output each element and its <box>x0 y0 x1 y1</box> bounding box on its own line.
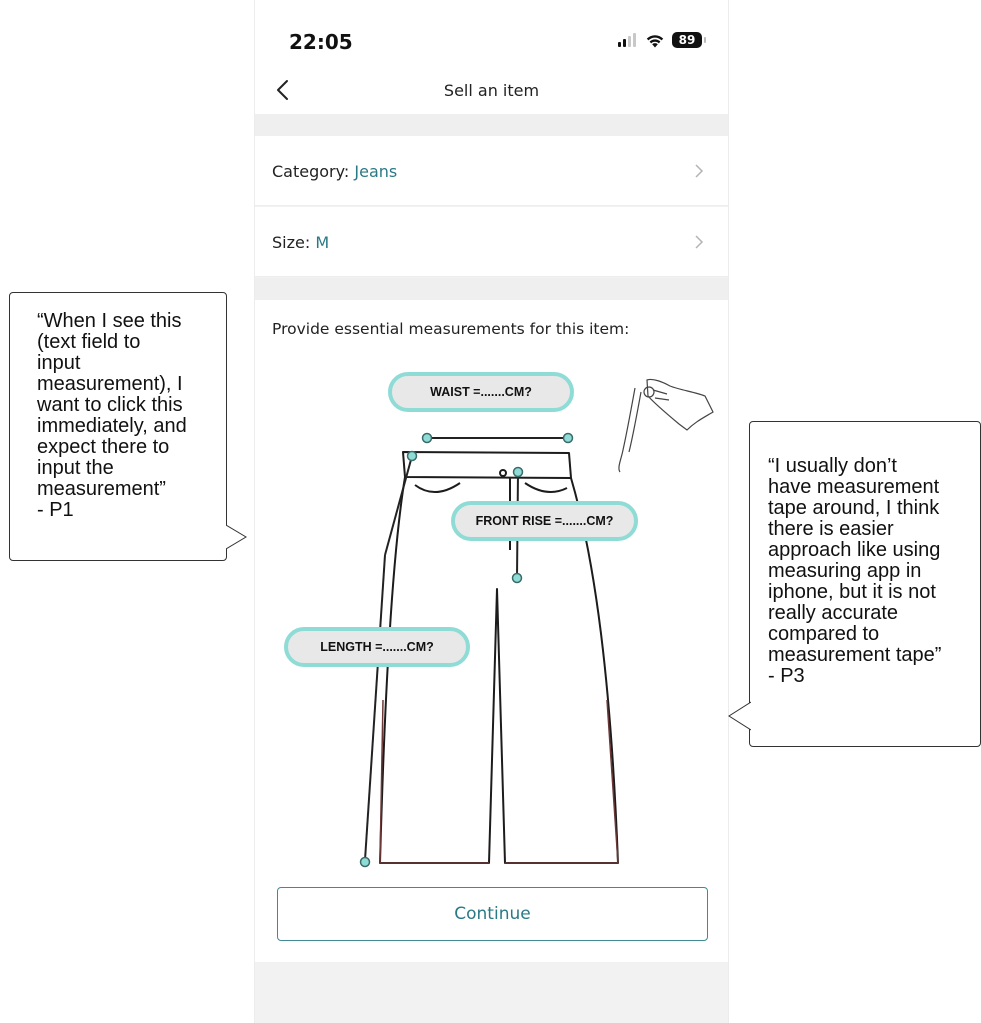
annotation-p3-text: “I usually don’t have measurement tape a… <box>768 455 942 687</box>
battery-indicator: 89 <box>672 32 706 48</box>
callout-pointer-right-icon <box>226 524 247 550</box>
chevron-right-icon <box>695 164 704 178</box>
callout-pointer-left-icon <box>728 701 751 731</box>
measurements-section: Provide essential measurements for this … <box>255 300 728 962</box>
annotation-p3: “I usually don’t have measurement tape a… <box>749 421 981 747</box>
category-label: Category: <box>272 162 355 181</box>
phone-screen: 22:05 89 Sell an item Category: Jeans Si… <box>255 0 728 1023</box>
status-bar: 22:05 89 <box>255 0 728 66</box>
status-time: 22:05 <box>289 30 353 54</box>
continue-button[interactable]: Continue <box>277 887 708 941</box>
annotation-p1-text: “When I see this (text field to input me… <box>37 310 187 521</box>
size-value: M <box>315 233 330 252</box>
category-text: Category: Jeans <box>272 162 397 181</box>
status-icons: 89 <box>618 30 706 50</box>
page-title: Sell an item <box>443 81 540 100</box>
size-row[interactable]: Size: M <box>255 207 728 277</box>
chevron-right-icon <box>695 235 704 249</box>
annotation-p1: “When I see this (text field to input me… <box>9 292 227 561</box>
section-divider <box>255 278 728 300</box>
front-rise-measurement-input[interactable]: FRONT RISE =.......CM? <box>451 501 638 541</box>
category-row[interactable]: Category: Jeans <box>255 136 728 206</box>
wifi-icon <box>646 34 664 47</box>
section-divider <box>255 114 728 136</box>
cellular-signal-icon <box>618 33 636 47</box>
size-label: Size: <box>272 233 316 252</box>
waist-measurement-input[interactable]: WAIST =.......CM? <box>388 372 574 412</box>
length-measurement-input[interactable]: LENGTH =.......CM? <box>284 627 470 667</box>
category-value: Jeans <box>354 162 398 181</box>
nav-bar: Sell an item <box>255 66 728 114</box>
measuring-tape-hand-icon <box>618 378 714 473</box>
size-text: Size: M <box>272 233 329 252</box>
